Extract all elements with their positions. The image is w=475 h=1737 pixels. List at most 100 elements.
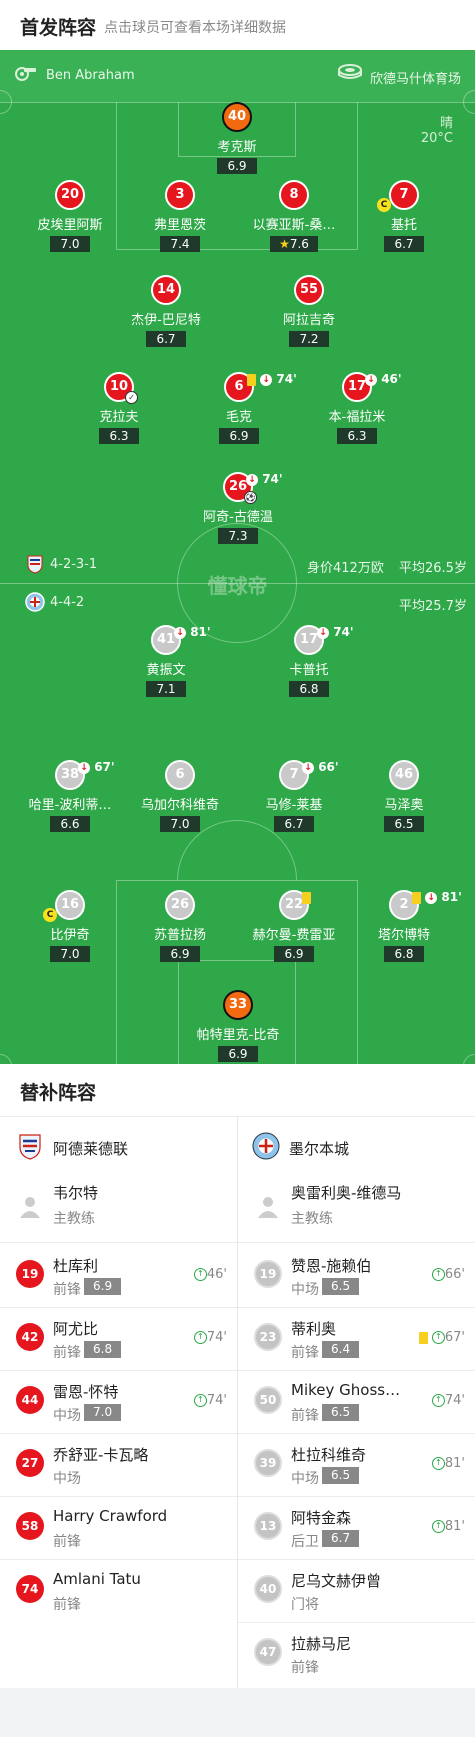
- sub-event: ↑ 74': [193, 1330, 227, 1345]
- player-away[interactable]: 6 乌加尔科维奇 7.0: [120, 760, 240, 832]
- player-away[interactable]: 41 ↓ 81' 黄振文 7.1: [106, 625, 226, 697]
- sub-in-icon: ↑: [193, 1331, 207, 1344]
- player-away[interactable]: 17 ↓ 74' 卡普托 6.8: [249, 625, 369, 697]
- shirt-number: 17 ↓ 74': [294, 625, 354, 655]
- sub-player-row[interactable]: 74 Amlani Tatu 前锋: [0, 1562, 237, 1618]
- player-away[interactable]: 46 马泽奥 6.5: [344, 760, 464, 832]
- shirt-number: 22: [279, 890, 311, 920]
- player-name: 马修-莱基: [265, 798, 323, 813]
- player-away[interactable]: 26 苏普拉扬 6.9: [120, 890, 240, 962]
- player-rating: 6.3: [337, 428, 377, 444]
- section-title: 首发阵容: [20, 17, 97, 39]
- sub-player-row[interactable]: 44 雷恩-怀特 中场 7.0 ↑ 74': [0, 1373, 237, 1429]
- coach-role: 主教练: [53, 1211, 95, 1227]
- player-home[interactable]: 8 以赛亚斯-桑… ★7.6: [234, 180, 354, 252]
- shirt-number: 19: [16, 1260, 44, 1288]
- sub-position: 中场: [53, 1471, 81, 1487]
- sub-player-row[interactable]: 13 阿特金森 后卫 6.7 ↑ 81': [238, 1499, 475, 1555]
- sub-rating: 6.9: [84, 1278, 122, 1295]
- player-home[interactable]: 14 杰伊-巴尼特 6.7: [106, 275, 226, 347]
- player-home[interactable]: 3 弗里恩茨 7.4: [120, 180, 240, 252]
- player-home[interactable]: 26 ↓ 74' ⚽ 阿奇-古德温 7.3: [178, 472, 298, 544]
- player-rating: 7.0: [50, 946, 90, 962]
- player-name: 本-福拉米: [328, 410, 386, 425]
- player-away[interactable]: 22 赫尔曼-费雷亚 6.9: [234, 890, 354, 962]
- sub-player-row[interactable]: 58 Harry Crawford 前锋: [0, 1499, 237, 1555]
- sub-out-icon: ↓: [317, 626, 329, 639]
- player-rating: 6.6: [50, 816, 90, 832]
- player-home[interactable]: 7C 基托 6.7: [344, 180, 464, 252]
- shirt-number: 14: [151, 275, 181, 305]
- sub-player-row[interactable]: 27 乔舒亚-卡瓦略 中场: [0, 1436, 237, 1492]
- player-away[interactable]: 2 ↓ 81' 塔尔博特 6.8: [344, 890, 464, 962]
- sub-event: ↑ 81': [431, 1456, 465, 1471]
- divider: [238, 1370, 475, 1371]
- sub-player-row[interactable]: 19 杜库利 前锋 6.9 ↑ 46': [0, 1247, 237, 1303]
- player-home[interactable]: 10 ✓ 克拉夫 6.3: [59, 372, 179, 444]
- shirt-number: 7C: [377, 180, 419, 212]
- sub-minute: 74': [206, 1393, 227, 1408]
- player-rating: 6.9: [160, 946, 200, 962]
- sub-in-icon: ↑: [431, 1331, 445, 1344]
- player-rating: 6.8: [384, 946, 424, 962]
- shirt-number-text: 10: [109, 379, 129, 394]
- player-home[interactable]: 17 ↓ 46' 本-福拉米 6.3: [297, 372, 417, 444]
- player-name: 帕特里克-比奇: [196, 1028, 280, 1043]
- player-away-gk[interactable]: 33 帕特里克-比奇 6.9: [178, 990, 298, 1062]
- sub-position: 前锋: [53, 1345, 81, 1361]
- sub-position: 前锋: [291, 1345, 319, 1361]
- sub-player-row[interactable]: 39 杜拉科维奇 中场 6.5 ↑ 81': [238, 1436, 475, 1492]
- shirt-number-text: 38: [60, 767, 80, 782]
- sub-player-row[interactable]: 50 Mikey Ghoss… 前锋 6.5 ↑ 74': [238, 1373, 475, 1429]
- shirt-number: 47: [254, 1638, 282, 1666]
- player-away[interactable]: 16 C 比伊奇 7.0: [10, 890, 130, 962]
- sub-player-row[interactable]: 42 阿尤比 前锋 6.8 ↑ 74': [0, 1310, 237, 1366]
- coach-avatar-icon: [258, 1197, 278, 1218]
- player-home[interactable]: 6 ↓ 74' 毛克 6.9: [179, 372, 299, 444]
- adelaide-logo-icon: [19, 1134, 41, 1160]
- sub-minute: 81': [190, 625, 211, 639]
- shirt-number: 2 ↓ 81': [389, 890, 462, 920]
- player-events: ↓ 81': [412, 884, 462, 910]
- sub-rating: 6.5: [322, 1404, 360, 1421]
- player-rating: 6.9: [274, 946, 314, 962]
- player-home-gk[interactable]: 40 考克斯 6.9: [177, 102, 297, 174]
- shirt-number: 23: [254, 1323, 282, 1351]
- player-home[interactable]: 20 皮埃里阿斯 7.0: [10, 180, 130, 252]
- star-icon: ★: [279, 237, 290, 251]
- player-away[interactable]: 7 ↓ 66' 马修-莱基 6.7: [234, 760, 354, 832]
- sub-in-icon: ↑: [431, 1520, 445, 1533]
- away-coach[interactable]: 奥雷利奥-维德马 主教练: [238, 1180, 475, 1236]
- shirt-number: 38 ↓ 67': [55, 760, 115, 790]
- yellow-card-icon: [418, 1331, 428, 1344]
- sub-player-row[interactable]: 47 拉赫马尼 前锋: [238, 1625, 475, 1681]
- shirt-number-text: 17: [299, 632, 319, 647]
- sub-out-icon: ↓: [425, 891, 438, 904]
- shirt-number: 16 C: [43, 890, 85, 922]
- sub-event: ↑ 66': [431, 1267, 465, 1282]
- yellow-card-icon: [302, 891, 311, 904]
- section-subtitle: 点击球员可查看本场详细数据: [104, 20, 286, 36]
- shirt-number: 17 ↓ 46': [342, 372, 402, 402]
- player-away[interactable]: 38 ↓ 67' 哈里-波利蒂… 6.6: [10, 760, 130, 832]
- home-coach[interactable]: 韦尔特 主教练: [0, 1180, 237, 1236]
- sub-player-row[interactable]: 40 尼乌文赫伊曾 门将: [238, 1562, 475, 1618]
- player-home[interactable]: 55 阿拉吉奇 7.2: [249, 275, 369, 347]
- sub-player-row[interactable]: 23 蒂利奥 前锋 6.4 ↑ 67': [238, 1310, 475, 1366]
- sub-event: ↑ 74': [193, 1393, 227, 1408]
- shirt-number: 41 ↓ 81': [151, 625, 211, 655]
- player-name: 毛克: [225, 410, 252, 425]
- player-name: 基托: [390, 218, 417, 233]
- sub-in-icon: ↑: [193, 1268, 207, 1281]
- melbourne-city-logo-icon: [25, 592, 45, 612]
- player-events: [302, 884, 311, 910]
- sub-position: 后卫: [291, 1534, 319, 1550]
- sub-player-row[interactable]: 19 赞恩-施赖伯 中场 6.5 ↑ 66': [238, 1247, 475, 1303]
- sub-minute: 66': [444, 1267, 465, 1282]
- divider: [0, 1242, 475, 1243]
- shirt-number-text: 7: [399, 187, 409, 202]
- sub-name: 杜库利: [53, 1257, 99, 1275]
- home-formation: 4-2-3-1: [50, 557, 98, 572]
- sub-out-icon: ↓: [365, 373, 377, 386]
- player-name: 克拉夫: [99, 410, 139, 425]
